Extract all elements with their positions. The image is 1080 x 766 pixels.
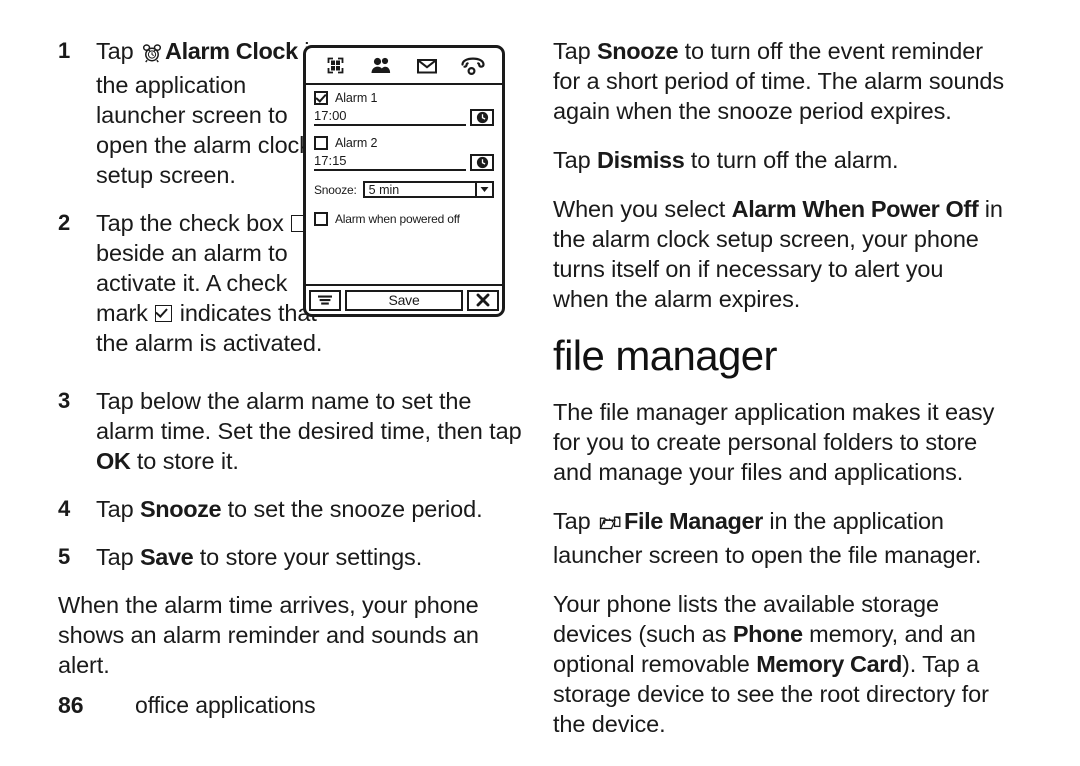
alarm-2-checkbox[interactable] [314, 136, 328, 150]
device-screen-illustration: Alarm 1 17:00 Alarm 2 17:15 Snooze: 5 mi… [303, 45, 505, 317]
poweroff-para-bold: Alarm When Power Off [731, 196, 979, 222]
file-manager-folder-icon [599, 510, 621, 540]
alarm-2-clock-button[interactable] [470, 154, 494, 171]
alarm-when-powered-off-label: Alarm when powered off [335, 212, 460, 226]
step-5: 5 Tap Save to store your settings. [58, 542, 528, 572]
step-text: Tap Snooze to set the snooze period. [96, 494, 528, 524]
device-status-bar [306, 48, 502, 85]
page-footer: 86 office applications [58, 692, 316, 719]
message-envelope-icon[interactable] [412, 53, 442, 79]
dismiss-paragraph: Tap Dismiss to turn off the alarm. [553, 145, 1005, 175]
step-4-post: to set the snooze period. [221, 496, 483, 522]
snooze-label: Snooze: [314, 182, 357, 197]
snooze-para-bold: Snooze [597, 38, 679, 64]
dismiss-para-pre: Tap [553, 147, 598, 173]
page-title: file manager [553, 332, 778, 379]
step-number: 3 [58, 388, 71, 413]
dismiss-para-bold: Dismiss [597, 147, 685, 173]
storage-para-bold1: Phone [732, 621, 803, 647]
alarm-1-clock-button[interactable] [470, 109, 494, 126]
alarm-2-label: Alarm 2 [335, 136, 378, 150]
alarm-clock-icon [142, 40, 162, 70]
manual-page: 1 Tap Alarm Clock in the application lau… [0, 0, 1080, 766]
step-text: Tap the check box beside an alarm to act… [96, 208, 324, 358]
step-5-bold: Save [140, 544, 194, 570]
app-launcher-grid-icon[interactable] [320, 53, 350, 79]
page-number: 86 [58, 692, 84, 718]
step-number: 5 [58, 544, 71, 569]
file-manager-intro-paragraph: The file manager application makes it ea… [553, 399, 995, 485]
step-1-bold: Alarm Clock [165, 38, 298, 64]
device-softkey-bar: Save [306, 284, 502, 314]
step-1-pre: Tap [96, 38, 141, 64]
poweroff-para-pre: When you select [553, 196, 732, 222]
step-3-bold: OK [96, 448, 131, 474]
step-4-bold: Snooze [140, 496, 222, 522]
snooze-paragraph: Tap Snooze to turn off the event reminde… [553, 36, 1005, 126]
right-column: Tap Snooze to turn off the event reminde… [553, 36, 1005, 758]
chevron-down-icon[interactable] [475, 183, 492, 196]
step-4: 4 Tap Snooze to set the snooze period. [58, 494, 528, 524]
step-3: 3 Tap below the alarm name to set the al… [58, 386, 528, 476]
checked-checkbox-icon [155, 305, 173, 322]
alarm-1-label: Alarm 1 [335, 91, 378, 105]
step-4-pre: Tap [96, 496, 141, 522]
step-5-post: to store your settings. [193, 544, 423, 570]
snooze-para-pre: Tap [553, 38, 598, 64]
device-content: Alarm 1 17:00 Alarm 2 17:15 Snooze: 5 mi… [306, 85, 502, 284]
storage-devices-paragraph: Your phone lists the available storage d… [553, 589, 1005, 739]
alarm-1-checkbox[interactable] [314, 91, 328, 105]
launch-para-bold: File Manager [624, 508, 763, 534]
dismiss-para-post: to turn off the alarm. [684, 147, 899, 173]
step-2-seg1: Tap the check box [96, 210, 291, 236]
launch-para-pre: Tap [553, 508, 598, 534]
alarm-arrival-paragraph: When the alarm time arrives, your phone … [58, 592, 479, 678]
alarm-1-time-row[interactable]: 17:00 [314, 108, 494, 126]
step-5-pre: Tap [96, 544, 141, 570]
alarm-2-time-value[interactable]: 17:15 [314, 153, 466, 171]
snooze-selected-value: 5 min [368, 182, 400, 197]
step-3-post: to store it. [130, 448, 239, 474]
snooze-dropdown[interactable]: 5 min [362, 181, 494, 198]
contacts-people-icon[interactable] [366, 53, 396, 79]
step-number: 2 [58, 210, 71, 235]
phone-handset-icon[interactable] [458, 53, 488, 79]
alarm-2-time-row[interactable]: 17:15 [314, 153, 494, 171]
power-off-paragraph: When you select Alarm When Power Off in … [553, 194, 1005, 314]
footer-section-title: office applications [135, 692, 316, 718]
step-3-pre: Tap below the alarm name to set the alar… [96, 388, 522, 444]
alarm-when-powered-off-row[interactable]: Alarm when powered off [314, 212, 494, 226]
file-manager-launch-paragraph: Tap File Manager in the application laun… [553, 506, 1005, 570]
alarm-when-powered-off-checkbox[interactable] [314, 212, 328, 226]
close-x-icon[interactable] [467, 289, 499, 311]
alarm-1-time-value[interactable]: 17:00 [314, 108, 466, 126]
save-button[interactable]: Save [345, 289, 463, 311]
alarm-1-row[interactable]: Alarm 1 [314, 91, 494, 105]
step-number: 1 [58, 38, 71, 63]
menu-icon[interactable] [309, 289, 341, 311]
step-text: Tap below the alarm name to set the alar… [96, 386, 528, 476]
storage-para-bold2: Memory Card [756, 651, 902, 677]
step-number: 4 [58, 496, 71, 521]
snooze-row: Snooze: 5 min [314, 181, 494, 198]
alarm-2-row[interactable]: Alarm 2 [314, 136, 494, 150]
step-text: Tap Alarm Clock in the application launc… [96, 36, 324, 190]
step-text: Tap Save to store your settings. [96, 542, 528, 572]
